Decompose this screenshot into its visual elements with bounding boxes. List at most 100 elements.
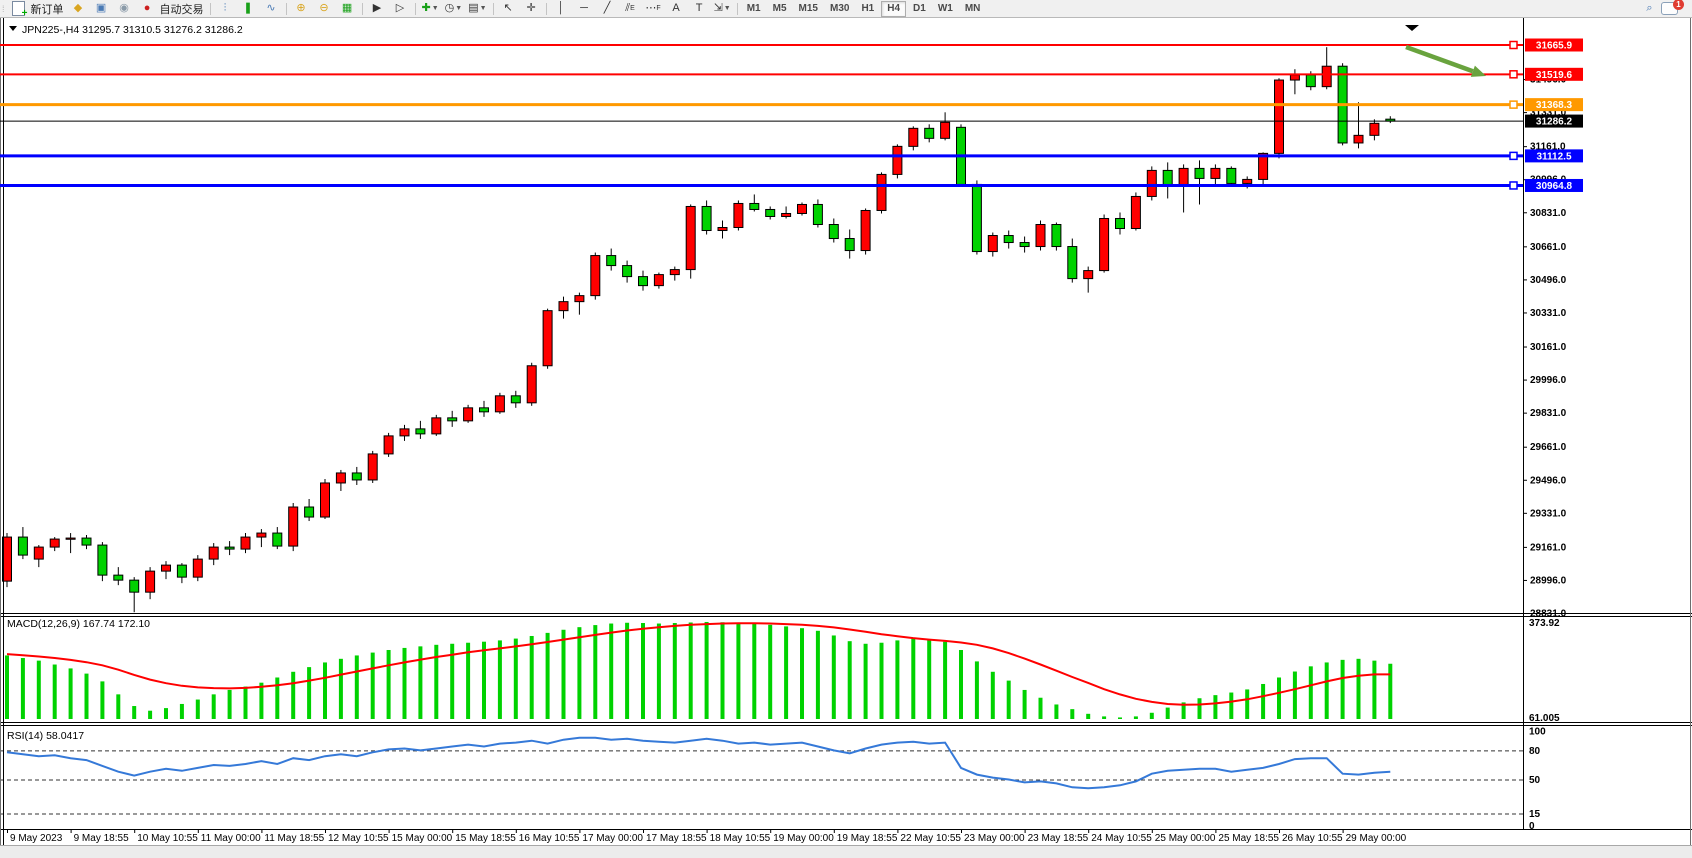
svg-text:15 May 00:00: 15 May 00:00 xyxy=(392,833,453,844)
chart-shift-button[interactable]: ▷ xyxy=(390,1,411,16)
candle xyxy=(257,533,266,537)
auto-scroll-button[interactable]: ▶ xyxy=(367,1,388,16)
macd-histogram-bar xyxy=(1293,672,1297,719)
candle xyxy=(50,539,59,547)
equidistant-channel-tool[interactable]: ⫽E xyxy=(620,1,641,16)
autotrade-icon[interactable]: ● xyxy=(137,1,158,16)
svg-text:30161.0: 30161.0 xyxy=(1530,342,1567,353)
fibonacci-tool[interactable]: ⋯F xyxy=(643,1,664,16)
macd-histogram-bar xyxy=(1341,660,1345,719)
candle xyxy=(352,473,361,480)
templates-button[interactable]: ▤▼ xyxy=(466,1,488,16)
tab-d1[interactable]: D1 xyxy=(908,2,931,16)
tab-m30[interactable]: M30 xyxy=(825,2,854,16)
svg-text:29996.0: 29996.0 xyxy=(1530,375,1567,386)
svg-text:9 May 18:55: 9 May 18:55 xyxy=(74,833,129,844)
separator xyxy=(493,3,494,15)
macd-histogram-bar xyxy=(387,650,391,719)
horizontal-line-tool[interactable]: ─ xyxy=(574,1,595,16)
hline-handle[interactable] xyxy=(1510,101,1517,108)
macd-histogram-bar xyxy=(609,624,613,719)
macd-histogram-bar xyxy=(1309,666,1313,719)
text-label-tool[interactable]: T xyxy=(689,1,710,16)
hline-handle[interactable] xyxy=(1510,71,1517,78)
candle xyxy=(114,575,123,580)
candle xyxy=(1179,168,1188,186)
macd-histogram-bar xyxy=(832,635,836,719)
svg-text:373.92: 373.92 xyxy=(1529,618,1560,629)
crosshair-tool-button[interactable]: ✛ xyxy=(521,1,542,16)
chart-canvas[interactable]: 31496.031331.031161.030996.030831.030661… xyxy=(0,0,1692,857)
trendline-tool[interactable]: ╱ xyxy=(597,1,618,16)
macd-histogram-bar xyxy=(37,661,41,719)
macd-histogram-bar xyxy=(911,639,915,719)
macd-histogram-bar xyxy=(482,642,486,719)
notification-badge: 1 xyxy=(1673,0,1684,10)
candle xyxy=(1322,66,1331,86)
tab-m15[interactable]: M15 xyxy=(794,2,823,16)
candle xyxy=(527,366,536,403)
candle xyxy=(18,537,27,555)
tab-w1[interactable]: W1 xyxy=(933,2,958,16)
svg-text:30496.0: 30496.0 xyxy=(1530,275,1567,286)
tab-h1[interactable]: H1 xyxy=(856,2,879,16)
tab-m1[interactable]: M1 xyxy=(742,2,766,16)
tab-m5[interactable]: M5 xyxy=(768,2,792,16)
macd-histogram-bar xyxy=(625,623,629,719)
svg-text:24 May 10:55: 24 May 10:55 xyxy=(1091,833,1152,844)
macd-histogram-bar xyxy=(355,655,359,719)
vertical-line-tool[interactable]: │ xyxy=(551,1,572,16)
candle xyxy=(98,545,107,575)
candle xyxy=(845,239,854,251)
macd-histogram-bar xyxy=(164,708,168,719)
autotrade-label[interactable]: 自动交易 xyxy=(160,1,204,17)
svg-text:15 May 18:55: 15 May 18:55 xyxy=(455,833,516,844)
tab-h4[interactable]: H4 xyxy=(881,1,906,17)
terminal-icon[interactable]: ▣ xyxy=(91,1,112,16)
tile-windows-button[interactable]: ▦ xyxy=(337,1,358,16)
arrows-tool[interactable]: ⇲▼ xyxy=(712,1,733,16)
hline-handle[interactable] xyxy=(1510,152,1517,159)
separator xyxy=(362,3,363,15)
candle xyxy=(734,203,743,227)
signal-icon[interactable]: ◉ xyxy=(114,1,135,16)
macd-histogram-bar xyxy=(466,643,470,719)
hline-handle[interactable] xyxy=(1510,182,1517,189)
gold-icon[interactable]: ◆ xyxy=(68,1,89,16)
new-order-icon: + xyxy=(12,1,25,16)
separator xyxy=(737,3,738,15)
search-icon[interactable]: ⌕ xyxy=(1639,1,1660,16)
macd-histogram-bar xyxy=(148,711,152,719)
candle xyxy=(66,538,75,539)
macd-histogram-bar xyxy=(991,672,995,719)
bar-chart-button[interactable]: ⫶ xyxy=(215,1,236,16)
svg-text:MACD(12,26,9) 167.74 172.10: MACD(12,26,9) 167.74 172.10 xyxy=(7,618,150,630)
macd-histogram-bar xyxy=(1086,714,1090,719)
new-order-button[interactable]: + xyxy=(8,1,29,16)
candle xyxy=(782,213,791,216)
tab-mn[interactable]: MN xyxy=(960,2,986,16)
svg-text:29661.0: 29661.0 xyxy=(1530,442,1567,453)
zoom-in-button[interactable]: ⊕ xyxy=(291,1,312,16)
candle xyxy=(511,396,520,403)
candle xyxy=(321,483,330,517)
macd-histogram-bar xyxy=(5,655,9,719)
svg-text:29161.0: 29161.0 xyxy=(1530,542,1567,553)
cursor-tool-button[interactable]: ↖ xyxy=(498,1,519,16)
indicators-button[interactable]: ✚▼ xyxy=(420,1,441,16)
svg-text:23 May 00:00: 23 May 00:00 xyxy=(964,833,1025,844)
new-order-label[interactable]: 新订单 xyxy=(31,1,64,17)
macd-histogram-bar xyxy=(1150,713,1154,719)
line-chart-button[interactable]: ∿ xyxy=(261,1,282,16)
candlestick-chart-button[interactable]: ❚ xyxy=(238,1,259,16)
candle xyxy=(400,429,409,436)
macd-histogram-bar xyxy=(1198,698,1202,719)
periods-button[interactable]: ◷▼ xyxy=(443,1,465,16)
candle xyxy=(686,206,695,269)
hline-handle[interactable] xyxy=(1510,42,1517,49)
macd-histogram-bar xyxy=(275,677,279,719)
candle xyxy=(162,565,171,571)
notifications-icon[interactable]: 1 xyxy=(1661,2,1678,15)
text-tool[interactable]: A xyxy=(666,1,687,16)
zoom-out-button[interactable]: ⊖ xyxy=(314,1,335,16)
